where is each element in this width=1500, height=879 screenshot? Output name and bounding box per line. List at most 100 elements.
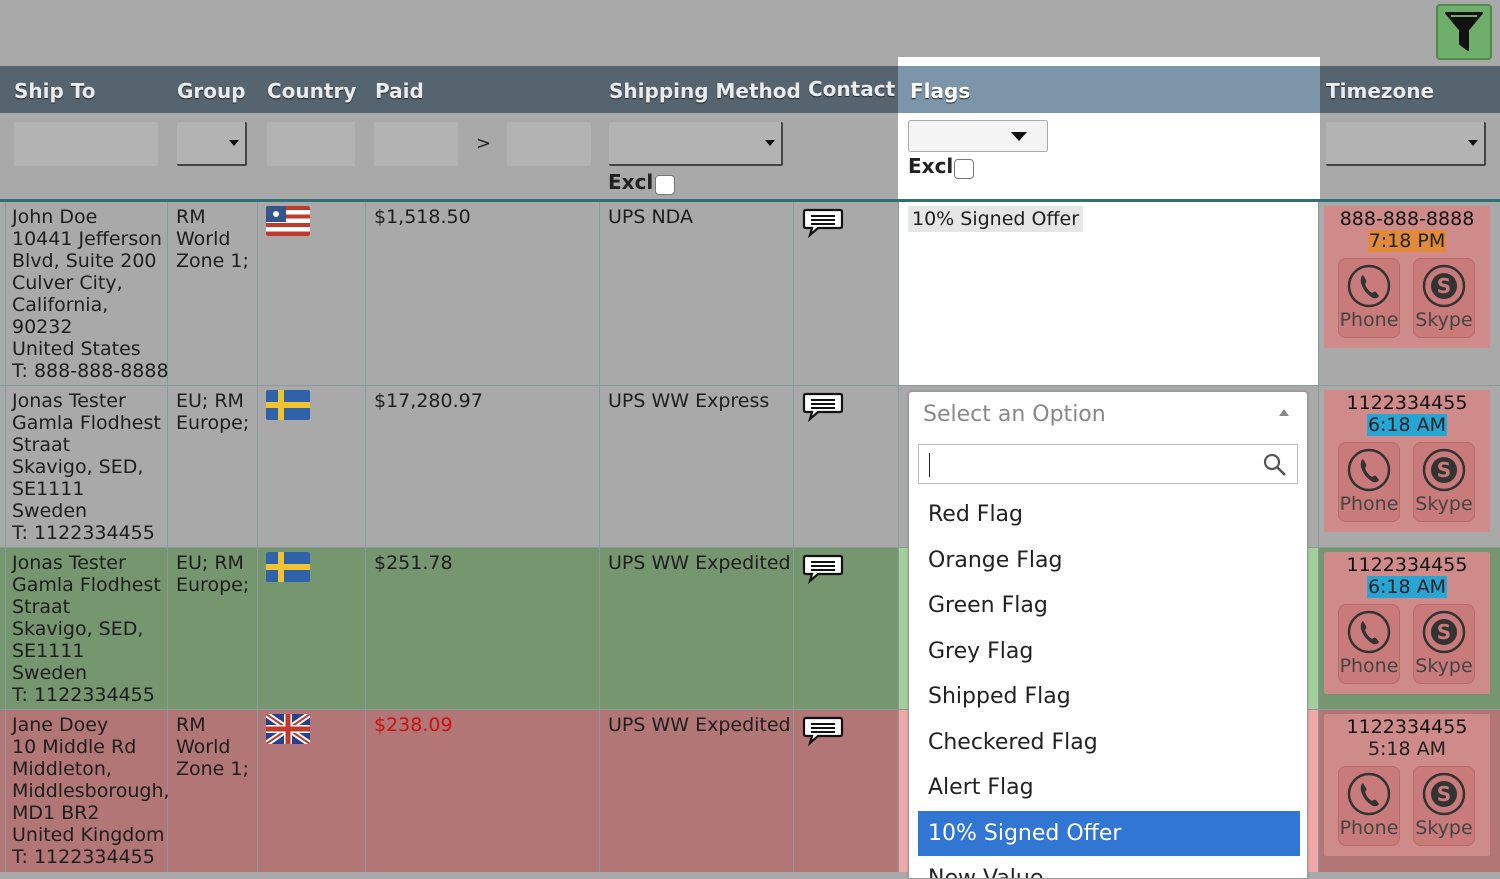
ship-to-cell: John Doe 10441 Jefferson Blvd, Suite 200 Cu… — [12, 202, 169, 385]
ship-to-line: T: 1122334455 — [12, 846, 155, 868]
chat-bubble-icon[interactable] — [802, 716, 844, 750]
filter-row: > Excl Excl — [0, 113, 1500, 199]
flag-option[interactable]: Grey Flag — [918, 629, 1300, 675]
phone-button[interactable]: Phone — [1338, 442, 1400, 522]
paid-max-input[interactable] — [507, 122, 591, 166]
column-divider — [1318, 202, 1319, 385]
column-header-timezone[interactable]: Timezone — [1326, 66, 1434, 113]
flag-option[interactable]: Checkered Flag — [918, 720, 1300, 766]
ship-to-line: John Doe — [12, 206, 98, 228]
chevron-down-icon — [765, 140, 775, 146]
skype-label: Skype — [1415, 655, 1473, 677]
ship-to-cell: Jane Doey 10 Middle Rd Middleton, Middlesbo… — [12, 710, 170, 878]
chevron-down-icon — [1468, 140, 1478, 146]
ship-to-line: Gamla Flodhest — [12, 412, 161, 434]
phone-button[interactable]: Phone — [1338, 604, 1400, 684]
flag-search-input[interactable] — [918, 444, 1298, 484]
se-flag-icon — [266, 552, 310, 582]
ship-to-line: Jane Doey — [12, 714, 109, 736]
column-divider — [1318, 710, 1319, 878]
flag-select-placeholder: Select an Option — [923, 402, 1106, 427]
skype-icon: S — [1422, 448, 1466, 492]
table-row[interactable]: John Doe 10441 Jefferson Blvd, Suite 200 Cu… — [0, 202, 1500, 386]
flags-filter-select[interactable] — [908, 120, 1048, 152]
column-header-ship-to[interactable]: Ship To — [14, 66, 96, 113]
country-filter-input[interactable] — [267, 122, 355, 166]
ship-to-line: Middlesborough, — [12, 780, 170, 802]
ship-to-line: SE1111 — [12, 478, 85, 500]
flag-option[interactable]: Orange Flag — [918, 538, 1300, 584]
group-filter-select[interactable] — [177, 122, 247, 166]
column-header-flags[interactable]: Flags — [898, 66, 1320, 113]
column-header-contact[interactable]: Contact — [808, 66, 895, 113]
flag-option[interactable]: Alert Flag — [918, 765, 1300, 811]
flag-option[interactable]: Red Flag — [918, 492, 1300, 538]
svg-text:S: S — [1437, 620, 1451, 644]
shipping-method-filter-select[interactable] — [609, 122, 783, 166]
column-divider — [5, 710, 6, 878]
ship-to-line: T: 1122334455 — [12, 684, 155, 706]
skype-icon: S — [1422, 264, 1466, 308]
skype-label: Skype — [1415, 817, 1473, 839]
column-header-shipping-method[interactable]: Shipping Method — [609, 66, 801, 113]
column-divider — [793, 386, 794, 547]
ship-to-line: SE1111 — [12, 640, 85, 662]
skype-button[interactable]: S Skype — [1413, 766, 1475, 846]
us-flag-icon — [266, 206, 310, 236]
column-divider — [1318, 386, 1319, 547]
chat-bubble-icon[interactable] — [802, 392, 844, 426]
flag-options-list: Red Flag Orange Flag Green Flag Grey Flag Sh… — [918, 492, 1300, 878]
column-divider — [793, 548, 794, 709]
phone-button[interactable]: Phone — [1338, 766, 1400, 846]
skype-button[interactable]: S Skype — [1413, 442, 1475, 522]
phone-label: Phone — [1339, 655, 1399, 677]
paid-min-input[interactable] — [374, 122, 458, 166]
chat-bubble-icon[interactable] — [802, 208, 844, 242]
timezone-filter-select[interactable] — [1326, 122, 1486, 166]
flag-option[interactable]: New Value — [918, 856, 1300, 878]
phone-icon — [1347, 772, 1391, 816]
group-line: Zone 1; — [176, 758, 249, 780]
column-divider — [257, 202, 258, 385]
chat-bubble-icon[interactable] — [802, 554, 844, 588]
ship-to-cell: Jonas Tester Gamla Flodhest Straat Skavigo,… — [12, 386, 161, 547]
shipping-method-cell: UPS WW Expedited — [608, 552, 791, 574]
ship-to-line: Sweden — [12, 500, 88, 522]
skype-button[interactable]: S Skype — [1413, 258, 1475, 338]
local-time-container: 6:18 AM — [1324, 414, 1490, 436]
local-time-container: 5:18 AM — [1324, 738, 1490, 760]
column-header-group[interactable]: Group — [177, 66, 246, 113]
timezone-card: 1122334455 6:18 AM Phone S Skype — [1324, 390, 1490, 532]
column-divider — [793, 202, 794, 385]
filter-button[interactable] — [1436, 4, 1492, 60]
group-line: Europe; — [176, 412, 250, 434]
ship-to-line: United States — [12, 338, 141, 360]
svg-text:S: S — [1437, 458, 1451, 482]
flag-tag[interactable]: 10% Signed Offer — [908, 206, 1084, 232]
group-cell: EU; RM Europe; — [176, 386, 249, 547]
flag-select-trigger[interactable]: Select an Option — [909, 392, 1307, 436]
skype-label: Skype — [1415, 309, 1473, 331]
group-line: Europe; — [176, 574, 250, 596]
flag-select-dropdown[interactable]: Select an Option Red Flag Orange Flag Gree… — [908, 391, 1308, 879]
column-header-paid[interactable]: Paid — [375, 66, 424, 113]
ship-to-filter-input[interactable] — [14, 122, 158, 166]
local-time: 5:18 AM — [1367, 738, 1447, 760]
timezone-card: 888-888-8888 7:18 PM Phone S Skype — [1324, 206, 1490, 348]
phone-button[interactable]: Phone — [1338, 258, 1400, 338]
timezone-phone: 1122334455 — [1346, 392, 1468, 414]
column-header-country[interactable]: Country — [267, 66, 356, 113]
uk-flag-icon — [266, 714, 310, 744]
table-header: Ship To Group Country Paid Shipping Meth… — [0, 66, 1500, 113]
shipping-excl-label: Excl — [608, 170, 654, 194]
se-flag-icon — [266, 390, 310, 420]
flag-option[interactable]: Green Flag — [918, 583, 1300, 629]
flags-excl-checkbox[interactable] — [954, 159, 974, 179]
skype-button[interactable]: S Skype — [1413, 604, 1475, 684]
ship-to-line: United Kingdom — [12, 824, 165, 846]
column-divider — [5, 548, 6, 709]
flag-option[interactable]: 10% Signed Offer — [918, 810, 1300, 856]
flag-option[interactable]: Shipped Flag — [918, 674, 1300, 720]
group-line: RM — [176, 714, 206, 736]
shipping-excl-checkbox[interactable] — [655, 175, 675, 195]
